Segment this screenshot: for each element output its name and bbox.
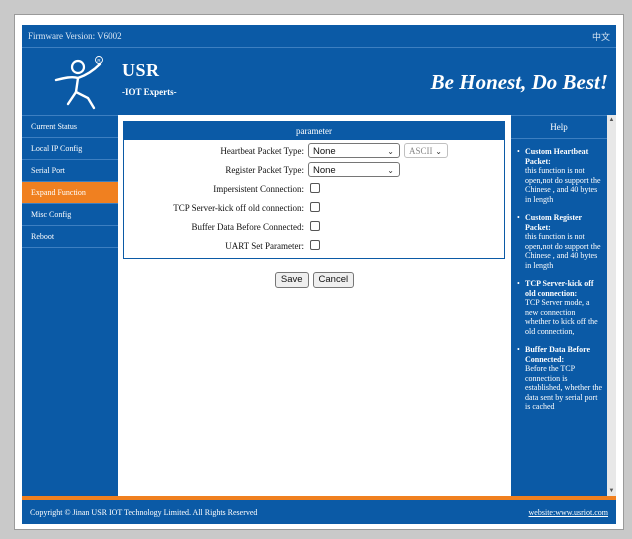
heartbeat-row: Heartbeat Packet Type: None ⌄ ASCII ⌄ <box>124 142 504 160</box>
buffer-checkbox[interactable] <box>310 221 320 231</box>
usr-logo-icon: R <box>54 56 103 110</box>
svg-text:R: R <box>97 58 101 63</box>
impersistent-label: Impersistent Connection: <box>213 184 304 194</box>
register-type-value: None <box>313 165 336 176</box>
top-bar: Firmware Version: V6002 中文 <box>22 25 616 47</box>
heartbeat-encoding-value: ASCII <box>409 146 433 156</box>
help-scrollbar[interactable]: ▲ ▼ <box>607 115 616 496</box>
impersistent-row: Impersistent Connection: <box>124 180 504 198</box>
tcp-kick-row: TCP Server-kick off old connection: <box>124 199 504 217</box>
bullet-icon: • <box>517 213 520 222</box>
scroll-down-icon[interactable]: ▼ <box>607 486 616 496</box>
chevron-down-icon: ⌄ <box>387 166 394 175</box>
browser-frame: Firmware Version: V6002 中文 R USR -IOT Ex… <box>14 14 624 530</box>
uart-checkbox[interactable] <box>310 240 320 250</box>
tcp-kick-checkbox[interactable] <box>310 202 320 212</box>
register-label: Register Packet Type: <box>225 165 304 175</box>
brand: USR -IOT Experts- <box>122 60 177 97</box>
impersistent-checkbox[interactable] <box>310 183 320 193</box>
bullet-icon: • <box>517 147 520 156</box>
copyright-text: Copyright © Jinan USR IOT Technology Lim… <box>30 507 258 517</box>
form-buttons: Save Cancel <box>118 272 511 290</box>
help-panel: Help • Custom Heartbeat Packet: this fun… <box>511 115 607 497</box>
help-item: • Custom Register Packet: this function … <box>517 213 603 270</box>
help-item: • Buffer Data Before Connected: Before t… <box>517 345 603 412</box>
help-item-body: Before the TCP connection is established… <box>525 364 603 411</box>
header-banner: R USR -IOT Experts- Be Honest, Do Best! <box>22 47 616 116</box>
uart-row: UART Set Parameter: <box>124 237 504 255</box>
sidebar: Current Status Local IP Config Serial Po… <box>22 115 118 497</box>
sidebar-item-current-status[interactable]: Current Status <box>22 116 118 138</box>
register-type-select[interactable]: None ⌄ <box>308 162 400 177</box>
chevron-down-icon: ⌄ <box>387 147 394 156</box>
help-item-head: Custom Heartbeat Packet: <box>525 147 589 166</box>
register-row: Register Packet Type: None ⌄ <box>124 161 504 179</box>
tcp-kick-label: TCP Server-kick off old connection: <box>173 203 304 213</box>
help-item-head: Custom Register Packet: <box>525 213 582 232</box>
sidebar-item-reboot[interactable]: Reboot <box>22 226 118 248</box>
bullet-icon: • <box>517 279 520 288</box>
language-switch-link[interactable]: 中文 <box>592 30 610 43</box>
uart-label: UART Set Parameter: <box>225 241 304 251</box>
help-item-head: Buffer Data Before Connected: <box>525 345 591 364</box>
bullet-icon: • <box>517 345 520 354</box>
heartbeat-type-value: None <box>313 146 336 157</box>
brand-subtitle: -IOT Experts- <box>122 87 177 97</box>
help-item: • TCP Server-kick off old connection: TC… <box>517 279 603 336</box>
scroll-up-icon[interactable]: ▲ <box>607 115 616 125</box>
sidebar-item-expand-function[interactable]: Expand Function <box>22 182 118 204</box>
footer: Copyright © Jinan USR IOT Technology Lim… <box>22 500 616 524</box>
heartbeat-label: Heartbeat Packet Type: <box>220 146 304 156</box>
chevron-down-icon: ⌄ <box>435 147 442 156</box>
website-link[interactable]: website:www.usriot.com <box>529 508 608 517</box>
help-list: • Custom Heartbeat Packet: this function… <box>511 147 607 412</box>
heartbeat-encoding-select[interactable]: ASCII ⌄ <box>404 143 448 158</box>
cancel-button[interactable]: Cancel <box>312 272 355 288</box>
main-content: parameter Heartbeat Packet Type: None ⌄ … <box>118 115 511 496</box>
buffer-label: Buffer Data Before Connected: <box>191 222 304 232</box>
help-title: Help <box>511 116 607 139</box>
help-item-body: this function is not open,not do support… <box>525 232 601 270</box>
help-item-head: TCP Server-kick off old connection: <box>525 279 594 298</box>
save-button[interactable]: Save <box>274 272 309 288</box>
firmware-version: Firmware Version: V6002 <box>28 31 122 41</box>
slogan: Be Honest, Do Best! <box>430 70 608 94</box>
help-item-body: this function is not open,not do support… <box>525 166 601 204</box>
sidebar-item-local-ip-config[interactable]: Local IP Config <box>22 138 118 160</box>
parameter-panel: parameter Heartbeat Packet Type: None ⌄ … <box>123 121 505 259</box>
sidebar-item-misc-config[interactable]: Misc Config <box>22 204 118 226</box>
panel-title: parameter <box>124 122 504 140</box>
buffer-row: Buffer Data Before Connected: <box>124 218 504 236</box>
sidebar-item-serial-port[interactable]: Serial Port <box>22 160 118 182</box>
help-item: • Custom Heartbeat Packet: this function… <box>517 147 603 204</box>
help-item-body: TCP Server mode, a new connection whethe… <box>525 298 598 336</box>
brand-name: USR <box>122 60 160 80</box>
heartbeat-type-select[interactable]: None ⌄ <box>308 143 400 158</box>
